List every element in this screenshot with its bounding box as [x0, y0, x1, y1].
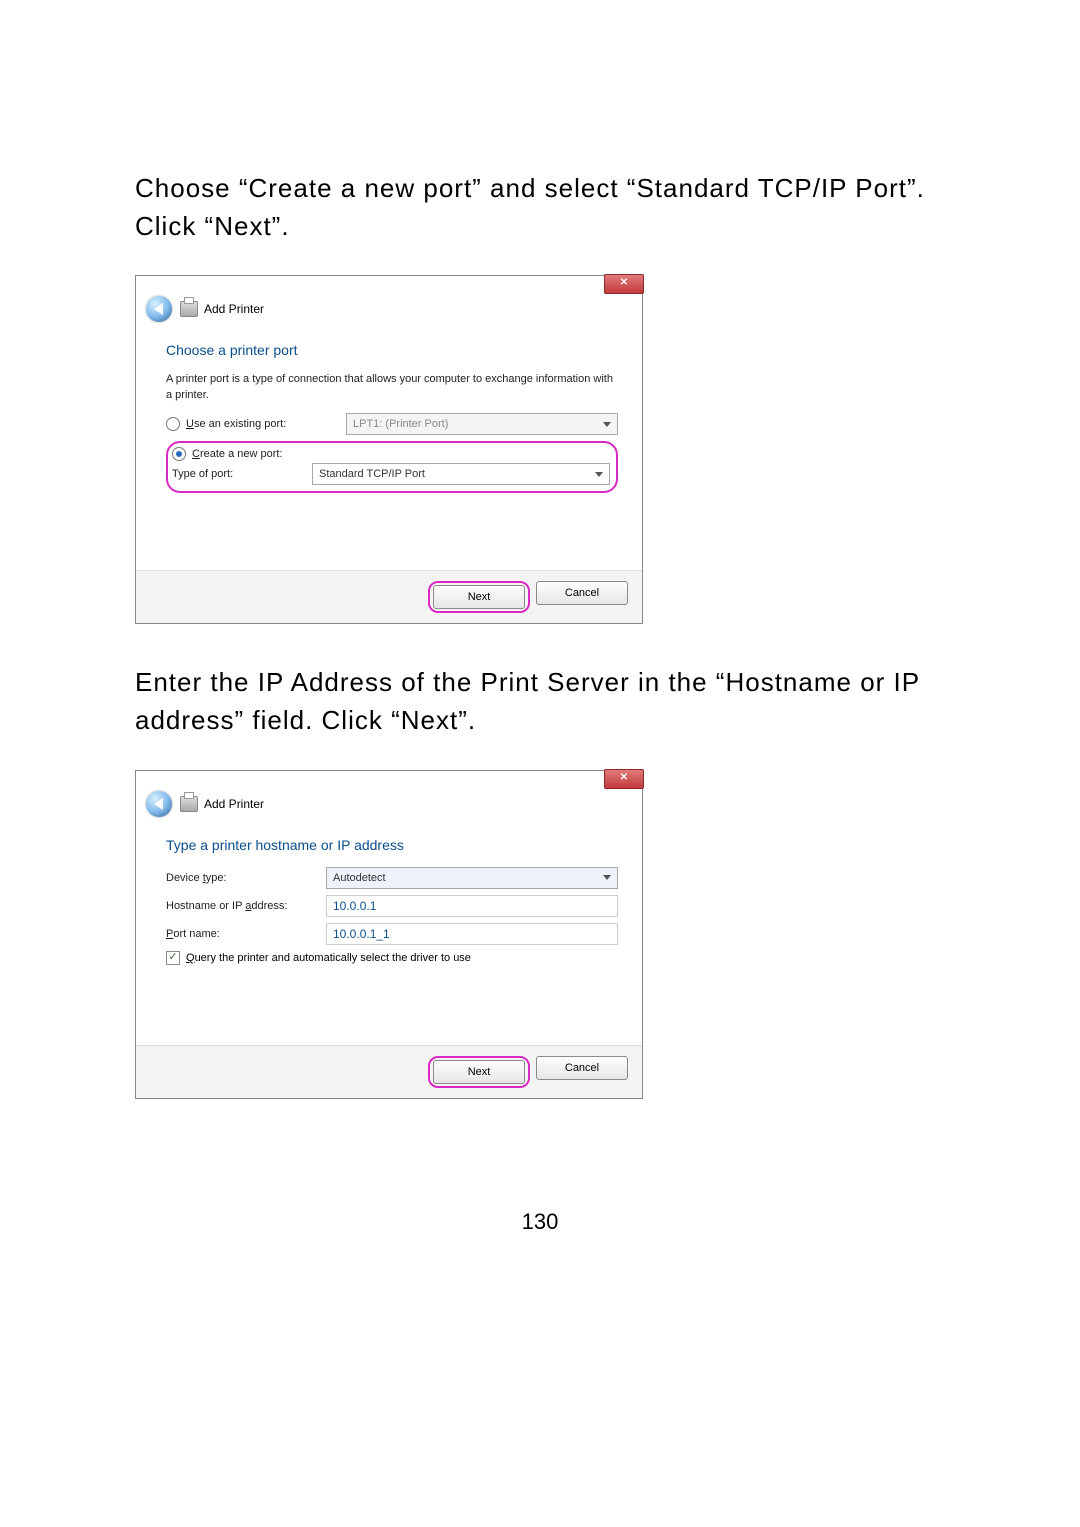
hostname-input[interactable]: 10.0.0.1 [326, 895, 618, 917]
device-type-label: Device type: [166, 872, 326, 884]
cancel-button[interactable]: Cancel [536, 581, 628, 605]
dialog-body: Type a printer hostname or IP address De… [136, 823, 642, 1045]
close-button[interactable]: ✕ [604, 769, 644, 789]
printer-icon [180, 301, 198, 317]
next-button-highlight: Next [428, 581, 530, 613]
device-type-value: Autodetect [333, 872, 386, 884]
port-name-row: Port name: Port name: 10.0.0.1_1 [166, 923, 618, 945]
device-type-select[interactable]: Autodetect [326, 867, 618, 889]
add-printer-dialog-1: ✕ Add Printer Choose a printer port A pr… [135, 275, 643, 624]
dialog-titlebar: ✕ [136, 276, 642, 288]
dialog-header: Add Printer [136, 288, 642, 328]
hostname-label: Hostname or IP address: [166, 900, 326, 912]
wizard-description: A printer port is a type of connection t… [166, 372, 618, 403]
wizard-heading: Type a printer hostname or IP address [166, 837, 618, 853]
cancel-button[interactable]: Cancel [536, 1056, 628, 1080]
back-button[interactable] [146, 296, 172, 322]
chevron-down-icon [603, 422, 611, 427]
dialog-title: Add Printer [204, 302, 264, 316]
back-arrow-icon [154, 303, 163, 315]
wizard-heading: Choose a printer port [166, 342, 618, 358]
use-existing-port-label: UUse an existing port:se an existing por… [186, 418, 346, 430]
dialog-footer: Next Cancel [136, 570, 642, 623]
create-new-port-label: Create a new port: [192, 448, 352, 460]
dialog-footer: Next Cancel [136, 1045, 642, 1098]
next-button[interactable]: Next [433, 585, 525, 609]
paragraph-1: Choose “Create a new port” and select “S… [135, 170, 945, 245]
chevron-down-icon [603, 875, 611, 880]
use-existing-port-row: UUse an existing port:se an existing por… [166, 413, 618, 435]
type-of-port-value: Standard TCP/IP Port [319, 468, 425, 480]
create-new-port-radio[interactable] [172, 447, 186, 461]
dialog-titlebar: ✕ [136, 771, 642, 783]
paragraph-2: Enter the IP Address of the Print Server… [135, 664, 945, 739]
add-printer-dialog-2: ✕ Add Printer Type a printer hostname or… [135, 770, 643, 1099]
create-new-port-highlight: Create a new port: Create a new port: Ty… [166, 441, 618, 493]
dialog-body: Choose a printer port A printer port is … [136, 328, 642, 570]
query-printer-row: ✓ Query the printer and automatically se… [166, 951, 618, 965]
hostname-row: Hostname or IP address: Hostname or IP a… [166, 895, 618, 917]
printer-icon [180, 796, 198, 812]
document-page: Choose “Create a new port” and select “S… [0, 0, 1080, 1235]
close-button[interactable]: ✕ [604, 274, 644, 294]
back-button[interactable] [146, 791, 172, 817]
port-name-input[interactable]: 10.0.0.1_1 [326, 923, 618, 945]
dialog-header: Add Printer [136, 783, 642, 823]
page-number: 130 [135, 1209, 945, 1235]
query-printer-checkbox[interactable]: ✓ [166, 951, 180, 965]
query-printer-label: Query the printer and automatically sele… [186, 952, 471, 964]
next-button[interactable]: Next [433, 1060, 525, 1084]
back-arrow-icon [154, 798, 163, 810]
existing-port-select: LPT1: (Printer Port) [346, 413, 618, 435]
existing-port-value: LPT1: (Printer Port) [353, 418, 448, 430]
port-name-value: 10.0.0.1_1 [333, 927, 390, 941]
chevron-down-icon [595, 472, 603, 477]
type-of-port-select[interactable]: Standard TCP/IP Port [312, 463, 610, 485]
hostname-value: 10.0.0.1 [333, 899, 376, 913]
device-type-row: Device type: Device type: Autodetect [166, 867, 618, 889]
port-name-label: Port name: [166, 928, 326, 940]
dialog-title: Add Printer [204, 797, 264, 811]
next-button-highlight: Next [428, 1056, 530, 1088]
use-existing-port-radio[interactable] [166, 417, 180, 431]
type-of-port-label: Type of port: [172, 468, 312, 480]
